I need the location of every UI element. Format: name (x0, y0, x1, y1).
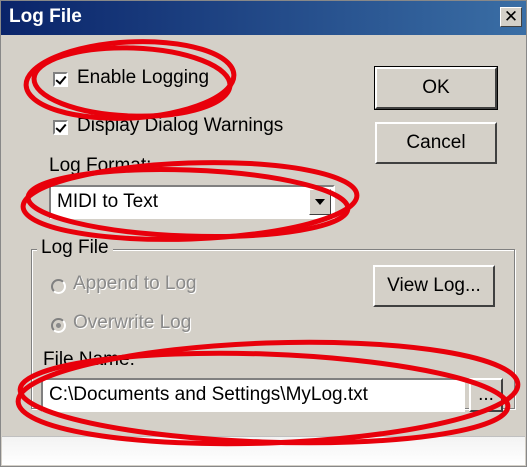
close-button[interactable]: ✕ (500, 7, 522, 27)
display-warnings-checkbox[interactable] (53, 120, 68, 135)
file-name-input[interactable]: C:\Documents and Settings\MyLog.txt (41, 378, 465, 412)
overwrite-label[interactable]: Overwrite Log (73, 312, 191, 334)
append-radio[interactable] (51, 279, 66, 294)
view-log-button[interactable]: View Log... (373, 265, 495, 307)
enable-logging-checkbox[interactable] (53, 72, 68, 87)
log-format-value: MIDI to Text (57, 191, 159, 212)
file-name-label: File Name: (43, 349, 135, 370)
ok-button-label: OK (422, 77, 450, 98)
display-warnings-label[interactable]: Display Dialog Warnings (77, 115, 283, 137)
browse-button[interactable]: ... (469, 378, 503, 412)
log-file-group-title: Log File (37, 237, 113, 259)
log-format-label: Log Format: (49, 155, 152, 176)
dialog-title: Log File (9, 6, 82, 27)
log-format-select[interactable]: MIDI to Text (49, 185, 335, 219)
close-icon: ✕ (503, 7, 519, 27)
ok-button[interactable]: OK (374, 66, 498, 110)
file-name-value: C:\Documents and Settings\MyLog.txt (49, 384, 368, 405)
cancel-button[interactable]: Cancel (375, 122, 497, 164)
enable-logging-label[interactable]: Enable Logging (77, 67, 209, 89)
chevron-down-icon[interactable] (309, 189, 331, 215)
cancel-button-label: Cancel (406, 132, 466, 153)
title-bar: Log File ✕ (1, 1, 526, 35)
view-log-button-label: View Log... (387, 275, 481, 296)
log-file-dialog: Log File ✕ Enable Logging Display Dialog… (0, 0, 527, 467)
append-label[interactable]: Append to Log (73, 273, 197, 295)
bottom-strip (2, 436, 525, 465)
overwrite-radio[interactable] (51, 318, 66, 333)
browse-button-label: ... (478, 384, 494, 405)
